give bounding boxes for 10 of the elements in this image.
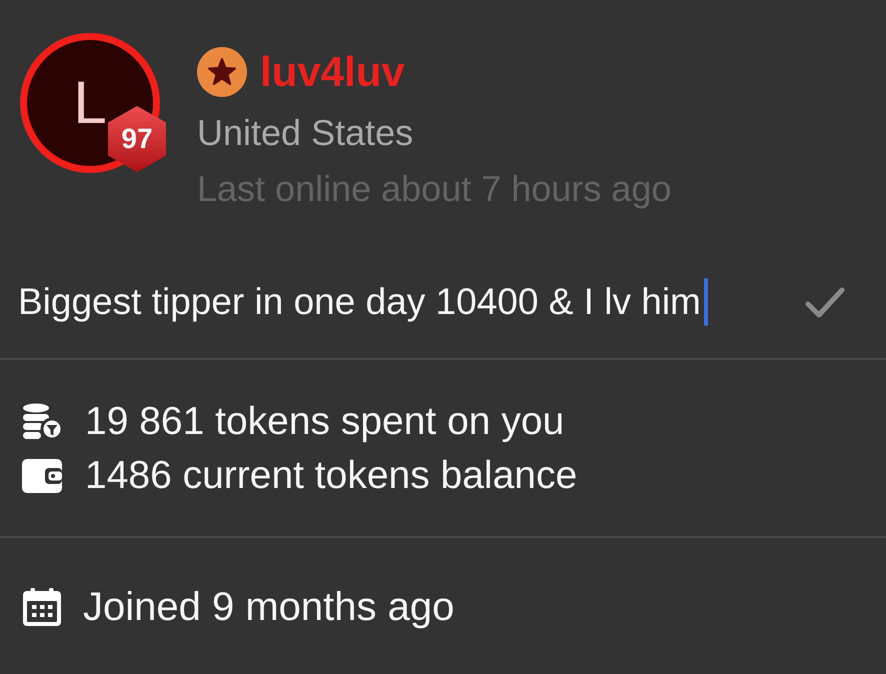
confirm-button[interactable] bbox=[804, 285, 846, 319]
stat-text: 19 861 tokens spent on you bbox=[85, 398, 564, 445]
note-field[interactable]: Biggest tipper in one day 10400 & I lv him bbox=[18, 274, 804, 330]
check-icon bbox=[805, 286, 845, 318]
joined-text: Joined 9 months ago bbox=[83, 584, 454, 631]
wallet-icon bbox=[22, 459, 62, 493]
stat-text: 1486 current tokens balance bbox=[85, 452, 578, 499]
country-text: United States bbox=[197, 111, 414, 155]
username: luv4luv bbox=[260, 48, 405, 96]
calendar-icon bbox=[23, 588, 61, 626]
